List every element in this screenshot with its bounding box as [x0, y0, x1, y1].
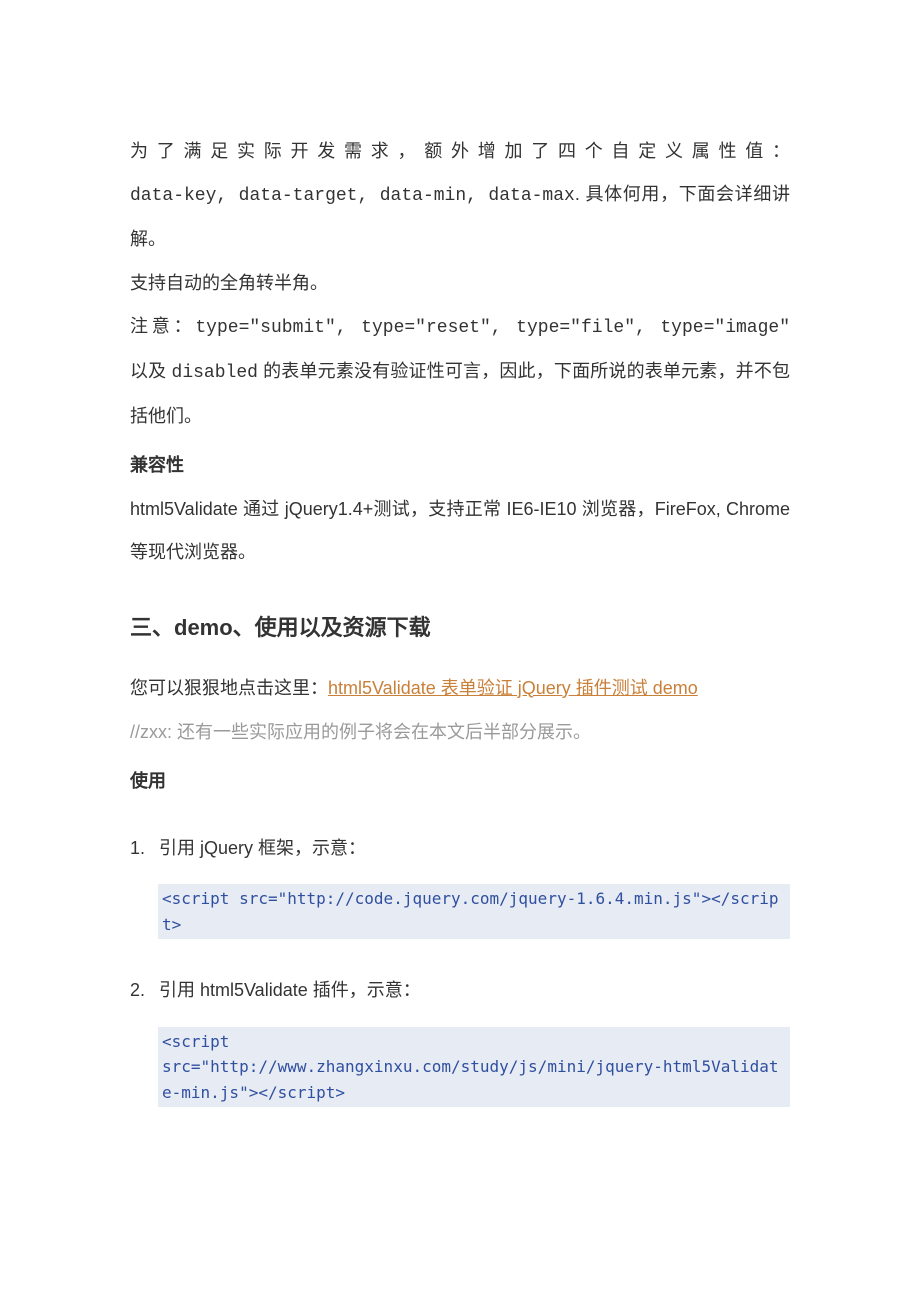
disabled-word: disabled — [172, 363, 258, 383]
type-list: type="submit", type="reset", type="file"… — [195, 318, 790, 338]
demo-intro-pre: 您可以狠狠地点击这里： — [130, 678, 328, 698]
list-item: 1. 引用 jQuery 框架，示意： <script src="http://… — [130, 827, 790, 939]
step-text-1: 引用 jQuery 框架，示意： — [154, 838, 366, 858]
paragraph-3: 注意：type="submit", type="reset", type="fi… — [130, 305, 790, 439]
paragraph-2: 支持自动的全角转半角。 — [130, 262, 790, 305]
heading-usage: 使用 — [130, 760, 790, 803]
code-block-1: <script src="http://code.jquery.com/jque… — [158, 884, 790, 939]
paragraph-4: html5Validate 通过 jQuery1.4+测试，支持正常 IE6-I… — [130, 488, 790, 574]
heading-section-3: 三、demo、使用以及资源下载 — [130, 602, 790, 655]
ordered-list: 1. 引用 jQuery 框架，示意： <script src="http://… — [130, 827, 790, 1107]
note-mid: 以及 — [130, 361, 172, 381]
paragraph-1-line1: 为了满足实际开发需求，额外增加了四个自定义属性值： — [130, 130, 790, 173]
author-note: //zxx: 还有一些实际应用的例子将会在本文后半部分展示。 — [130, 714, 790, 750]
step-text-2: 引用 html5Validate 插件，示意： — [154, 980, 421, 1000]
code-block-2: <script src="http://www.zhangxinxu.com/s… — [158, 1027, 790, 1108]
list-item: 2. 引用 html5Validate 插件，示意： <script src="… — [130, 969, 790, 1107]
attr-list: data-key, data-target, data-min, data-ma… — [130, 186, 575, 206]
heading-compat: 兼容性 — [130, 444, 790, 487]
step-number-2: 2. — [130, 969, 154, 1012]
demo-intro: 您可以狠狠地点击这里：html5Validate 表单验证 jQuery 插件测… — [130, 667, 790, 710]
demo-link[interactable]: html5Validate 表单验证 jQuery 插件测试 demo — [328, 678, 698, 698]
step-number-1: 1. — [130, 827, 154, 870]
paragraph-1-line2: data-key, data-target, data-min, data-ma… — [130, 173, 790, 261]
note-prefix: 注意： — [130, 316, 195, 336]
